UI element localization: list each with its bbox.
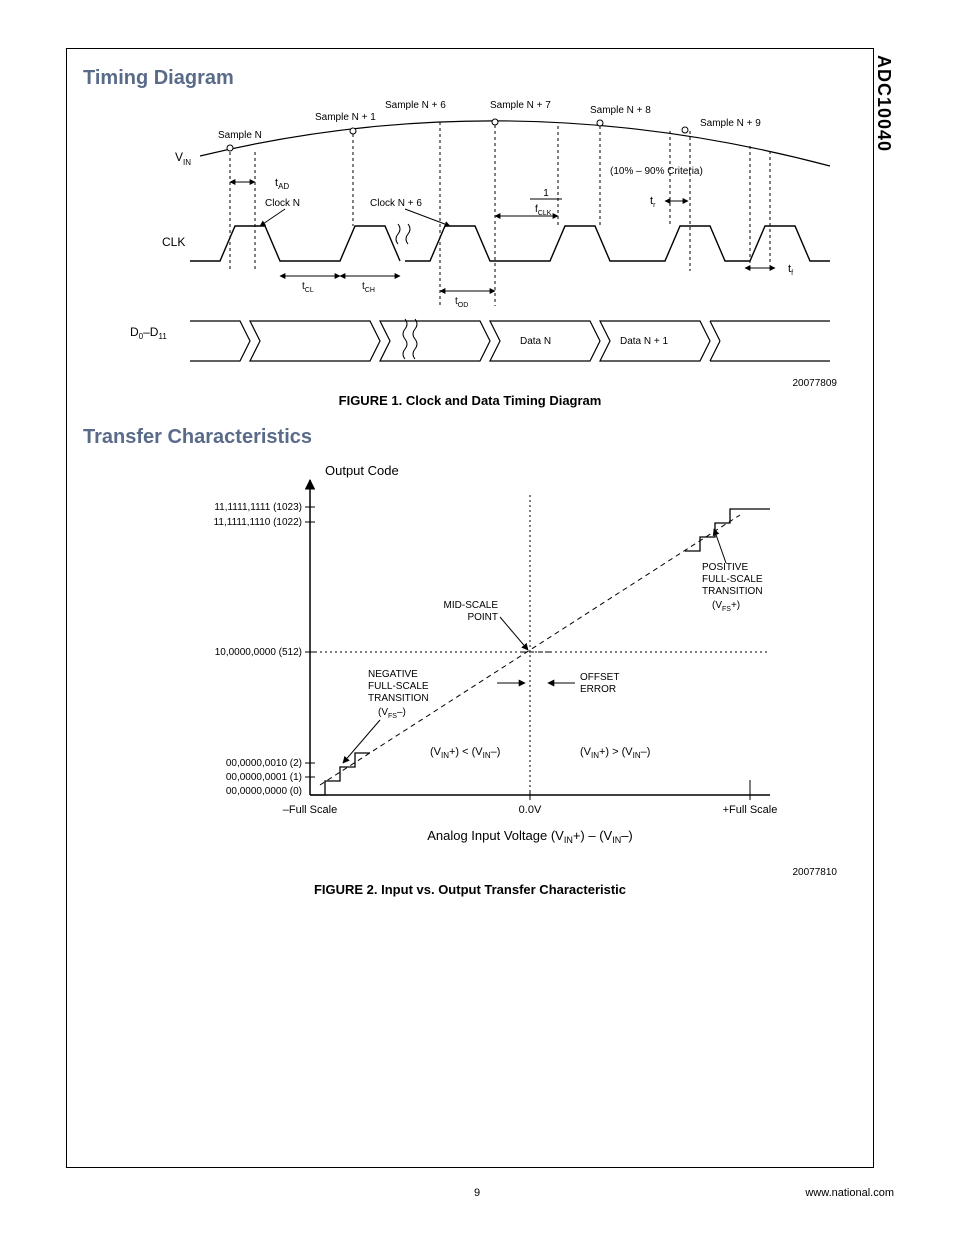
page-frame: Timing Diagram <box>66 48 874 1168</box>
label-neg-full: –Full Scale <box>283 804 337 816</box>
label-code-1022: 11,1111,1110 (1022) <box>214 517 302 528</box>
label-midscale: MID-SCALE <box>444 600 499 611</box>
figure-1-id: 20077809 <box>83 378 857 389</box>
svg-text:fCLK: fCLK <box>535 204 552 217</box>
figure-2-id: 20077810 <box>83 867 857 878</box>
svg-text:TRANSITION: TRANSITION <box>702 586 763 597</box>
svg-text:(VFS+): (VFS+) <box>712 600 740 613</box>
label-sample-n9: Sample N + 9 <box>700 118 761 129</box>
svg-text:FULL-SCALE: FULL-SCALE <box>368 681 429 692</box>
label-one: 1 <box>543 188 549 199</box>
svg-text:(VFS–): (VFS–) <box>378 707 406 720</box>
label-vin-lt: (VIN+) < (VIN–) <box>430 746 500 760</box>
label-sample-n1: Sample N + 1 <box>315 112 376 123</box>
label-zero-v: 0.0V <box>519 804 542 816</box>
label-code-1: 00,0000,0001 (1) <box>226 772 302 783</box>
label-code-512: 10,0000,0000 (512) <box>215 647 302 658</box>
label-dbus: D0–D11 <box>130 325 167 341</box>
label-xaxis: Analog Input Voltage (VIN+) – (VIN–) <box>427 828 633 845</box>
svg-text:ERROR: ERROR <box>580 684 616 695</box>
label-vin-gt: (VIN+) > (VIN–) <box>580 746 650 760</box>
label-sample-n6: Sample N + 6 <box>385 100 446 111</box>
label-tOD: tOD <box>455 296 468 309</box>
figure-2-transfer-characteristic: Output Code 11,1111,1111 (1023) 11,1111,… <box>83 455 857 865</box>
label-pos-fs: POSITIVE <box>702 562 748 573</box>
figure-1-caption: FIGURE 1. Clock and Data Timing Diagram <box>83 393 857 408</box>
label-neg-fs: NEGATIVE <box>368 669 418 680</box>
figure-1-timing-diagram: Sample N Sample N + 1 Sample N + 6 Sampl… <box>83 96 857 376</box>
svg-text:VIN: VIN <box>175 150 191 167</box>
section-heading-transfer: Transfer Characteristics <box>83 426 857 449</box>
svg-text:tCL: tCL <box>302 281 314 294</box>
label-data-n: Data N <box>520 336 551 347</box>
label-tf: tf <box>788 263 793 277</box>
figure-2-caption: FIGURE 2. Input vs. Output Transfer Char… <box>83 882 857 897</box>
svg-text:tr: tr <box>650 195 656 209</box>
label-code-2: 00,0000,0010 (2) <box>226 758 302 769</box>
label-sample-n: Sample N <box>218 130 262 141</box>
svg-text:TRANSITION: TRANSITION <box>368 693 429 704</box>
svg-text:POINT: POINT <box>467 612 498 623</box>
label-clock-n: Clock N <box>265 198 300 209</box>
label-code-0: 00,0000,0000 (0) <box>226 786 302 797</box>
label-pos-full: +Full Scale <box>723 804 778 816</box>
label-vin: V <box>175 150 183 164</box>
svg-text:FULL-SCALE: FULL-SCALE <box>702 574 763 585</box>
label-output-code: Output Code <box>325 463 399 478</box>
section-heading-timing: Timing Diagram <box>83 67 857 90</box>
label-sample-n7: Sample N + 7 <box>490 100 551 111</box>
label-code-1023: 11,1111,1111 (1023) <box>214 502 302 513</box>
part-number-side: ADC10040 <box>873 55 894 152</box>
label-clock-n6: Clock N + 6 <box>370 198 422 209</box>
svg-text:tCH: tCH <box>362 281 375 294</box>
svg-text:tAD: tAD <box>275 177 289 191</box>
label-offset-error: OFFSET <box>580 672 619 683</box>
label-data-n1: Data N + 1 <box>620 336 669 347</box>
label-sample-n8: Sample N + 8 <box>590 105 651 116</box>
label-clk: CLK <box>162 235 185 249</box>
footer-url: www.national.com <box>805 1187 894 1199</box>
label-criteria: (10% – 90% Criteria) <box>610 166 703 177</box>
